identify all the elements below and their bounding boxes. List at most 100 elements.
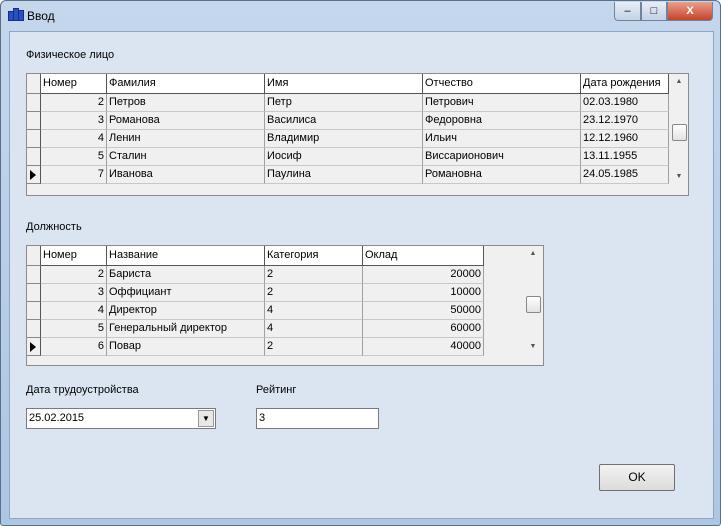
table-cell: 5 (41, 320, 107, 338)
column-header[interactable]: Категория (265, 246, 363, 266)
position-grid[interactable]: Номер Название Категория Оклад 2 Бариста 2 2000… (26, 245, 544, 366)
close-button[interactable]: X (667, 2, 713, 21)
window: Ввод – □ X Физическое лицо Номер Фамилия И… (0, 0, 721, 526)
row-indicator-header (27, 74, 41, 94)
column-header[interactable]: Оклад (363, 246, 484, 266)
table-row[interactable]: 5 Сталин Иосиф Виссарионович 13.11.1955 (27, 148, 669, 166)
row-indicator (27, 266, 41, 284)
table-cell: 4 (41, 130, 107, 148)
table-cell: 2 (265, 338, 363, 356)
table-cell: 7 (41, 166, 107, 184)
table-cell: Бариста (107, 266, 265, 284)
row-indicator-header (27, 246, 41, 266)
table-row[interactable]: 7 Иванова Паулина Романовна 24.05.1985 (27, 166, 669, 184)
table-cell: 40000 (363, 338, 484, 356)
table-cell: Ленин (107, 130, 265, 148)
table-cell: 20000 (363, 266, 484, 284)
table-row[interactable]: 2 Бариста 2 20000 (27, 266, 484, 284)
table-cell: 2 (265, 284, 363, 302)
table-cell: 02.03.1980 (581, 94, 669, 112)
table-cell: Виссарионович (423, 148, 581, 166)
column-header[interactable]: Номер (41, 74, 107, 94)
client-area: Физическое лицо Номер Фамилия Имя Отчество Д… (9, 31, 714, 519)
column-header[interactable]: Номер (41, 246, 107, 266)
table-row[interactable]: 3 Оффициант 2 10000 (27, 284, 484, 302)
ok-button[interactable]: OK (599, 464, 675, 491)
table-cell: Федоровна (423, 112, 581, 130)
row-indicator (27, 148, 41, 166)
hire-date-label: Дата трудоустройства (26, 384, 139, 396)
maximize-button[interactable]: □ (641, 2, 667, 21)
table-cell: 4 (41, 302, 107, 320)
table-cell: 4 (265, 320, 363, 338)
column-header[interactable]: Название (107, 246, 265, 266)
scroll-up-icon[interactable]: ▲ (523, 246, 543, 262)
table-cell: 24.05.1985 (581, 166, 669, 184)
table-cell: Петров (107, 94, 265, 112)
table-cell: Повар (107, 338, 265, 356)
window-title: Ввод (27, 9, 55, 23)
table-row[interactable]: 4 Директор 4 50000 (27, 302, 484, 320)
table-cell: Оффициант (107, 284, 265, 302)
table-cell: Иванова (107, 166, 265, 184)
table-cell: Петрович (423, 94, 581, 112)
current-row-indicator-icon (27, 338, 41, 356)
minimize-button[interactable]: – (614, 2, 641, 21)
rating-label: Рейтинг (256, 384, 297, 396)
table-cell: 3 (41, 112, 107, 130)
table-cell: Романова (107, 112, 265, 130)
table-cell: Ильич (423, 130, 581, 148)
column-header[interactable]: Имя (265, 74, 423, 94)
grid-header: Номер Название Категория Оклад (27, 246, 484, 266)
column-header[interactable]: Отчество (423, 74, 581, 94)
chevron-down-icon[interactable]: ▼ (198, 410, 214, 427)
table-cell: Владимир (265, 130, 423, 148)
table-row[interactable]: 2 Петров Петр Петрович 02.03.1980 (27, 94, 669, 112)
scroll-down-icon[interactable]: ▼ (523, 339, 543, 355)
table-row[interactable]: 4 Ленин Владимир Ильич 12.12.1960 (27, 130, 669, 148)
person-grid[interactable]: Номер Фамилия Имя Отчество Дата рождения 2 Пет… (26, 73, 689, 196)
vertical-scrollbar[interactable]: ▲ ▼ (669, 74, 688, 185)
table-cell: 12.12.1960 (581, 130, 669, 148)
row-indicator (27, 130, 41, 148)
grid-header: Номер Фамилия Имя Отчество Дата рождения (27, 74, 669, 94)
table-cell: 13.11.1955 (581, 148, 669, 166)
table-cell: Петр (265, 94, 423, 112)
scroll-down-icon[interactable]: ▼ (669, 169, 688, 185)
scroll-up-icon[interactable]: ▲ (669, 74, 688, 90)
table-cell: 23.12.1970 (581, 112, 669, 130)
table-cell: 4 (265, 302, 363, 320)
table-cell: 60000 (363, 320, 484, 338)
current-row-indicator-icon (27, 166, 41, 184)
row-indicator (27, 320, 41, 338)
scroll-thumb[interactable] (672, 124, 687, 141)
app-icon (8, 8, 24, 22)
position-label: Должность (26, 221, 82, 233)
hire-date-combo[interactable]: 25.02.2015 ▼ (26, 408, 216, 429)
table-cell: Сталин (107, 148, 265, 166)
table-cell: Иосиф (265, 148, 423, 166)
table-row[interactable]: 5 Генеральный директор 4 60000 (27, 320, 484, 338)
rating-input[interactable]: 3 (256, 408, 379, 429)
column-header[interactable]: Фамилия (107, 74, 265, 94)
row-indicator (27, 284, 41, 302)
table-cell: 2 (41, 266, 107, 284)
table-cell: 6 (41, 338, 107, 356)
table-cell: Романовна (423, 166, 581, 184)
table-cell: 2 (265, 266, 363, 284)
row-indicator (27, 94, 41, 112)
table-cell: Паулина (265, 166, 423, 184)
person-label: Физическое лицо (26, 49, 115, 61)
row-indicator (27, 302, 41, 320)
table-row[interactable]: 6 Повар 2 40000 (27, 338, 484, 356)
table-row[interactable]: 3 Романова Василиса Федоровна 23.12.1970 (27, 112, 669, 130)
column-header[interactable]: Дата рождения (581, 74, 669, 94)
vertical-scrollbar[interactable]: ▲ ▼ (523, 246, 543, 355)
table-cell: Генеральный директор (107, 320, 265, 338)
table-cell: 2 (41, 94, 107, 112)
table-cell: Директор (107, 302, 265, 320)
table-cell: 10000 (363, 284, 484, 302)
hire-date-value: 25.02.2015 (29, 412, 85, 424)
table-cell: 3 (41, 284, 107, 302)
scroll-thumb[interactable] (526, 296, 541, 313)
